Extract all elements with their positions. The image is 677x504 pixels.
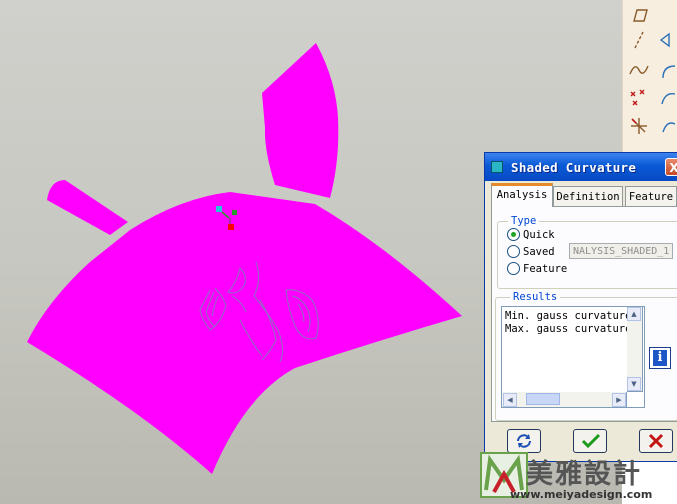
info-button[interactable]: i: [649, 347, 671, 369]
dialog-titlebar[interactable]: Shaded Curvature X: [485, 153, 677, 181]
dialog-title: Shaded Curvature: [511, 160, 637, 175]
extend-icon[interactable]: [659, 88, 677, 108]
results-group-label: Results: [510, 291, 561, 303]
info-icon: i: [653, 350, 667, 366]
cancel-button[interactable]: [639, 429, 673, 453]
type-group-label: Type: [508, 215, 540, 227]
repeat-button[interactable]: [507, 429, 541, 453]
scroll-left-icon[interactable]: ◀: [503, 393, 517, 407]
radio-quick-button[interactable]: [507, 228, 520, 241]
surface-main-sheet: [27, 192, 462, 474]
ok-button[interactable]: [573, 429, 607, 453]
tab-definition[interactable]: Definition: [553, 186, 623, 206]
scroll-thumb[interactable]: [526, 393, 560, 405]
tab-analysis[interactable]: Analysis: [491, 183, 553, 207]
scroll-up-icon[interactable]: ▲: [627, 307, 641, 321]
point-icon[interactable]: [629, 88, 649, 108]
curve-icon[interactable]: [659, 62, 677, 82]
watermark-chinese-text: 美雅設計: [526, 459, 642, 490]
close-icon: [648, 433, 664, 449]
watermark: 美雅設計 www.meiyadesign.com: [480, 452, 677, 504]
repeat-icon: [517, 434, 531, 448]
shaded-curvature-dialog: Shaded Curvature X Analysis Definition F…: [484, 152, 677, 462]
result-min-gauss: Min. gauss curvature: [505, 310, 632, 322]
saved-name-field[interactable]: NALYSIS_SHADED_1: [569, 243, 673, 259]
radio-feature-label: Feature: [523, 263, 568, 275]
sketch-icon[interactable]: [629, 60, 649, 80]
datum-axis-icon[interactable]: [659, 30, 677, 50]
radio-feature-button[interactable]: [507, 262, 520, 275]
radio-saved-label: Saved: [523, 246, 555, 258]
checkmark-icon: [581, 433, 601, 449]
csys-alt-icon[interactable]: [659, 116, 677, 136]
watermark-url: www.meiyadesign.com: [510, 488, 653, 501]
axis-icon[interactable]: [629, 30, 649, 50]
radio-saved-button[interactable]: [507, 245, 520, 258]
surface-arm-right: [262, 43, 339, 198]
radio-quick-label: Quick: [523, 229, 555, 241]
datum-toolbar: [622, 0, 677, 160]
dialog-app-icon: [491, 161, 503, 173]
results-vertical-scrollbar[interactable]: ▲ ▼: [627, 306, 643, 392]
results-horizontal-scrollbar[interactable]: ◀ ▶: [501, 392, 627, 408]
result-max-gauss: Max. gauss curvature: [505, 323, 632, 335]
plane-icon[interactable]: [629, 5, 649, 25]
scroll-right-icon[interactable]: ▶: [612, 393, 626, 407]
dialog-close-button[interactable]: X: [665, 158, 677, 176]
scroll-down-icon[interactable]: ▼: [627, 377, 641, 391]
tab-feature[interactable]: Feature: [625, 186, 677, 206]
csys-icon[interactable]: [629, 116, 649, 136]
surface-handle-left: [47, 180, 128, 235]
